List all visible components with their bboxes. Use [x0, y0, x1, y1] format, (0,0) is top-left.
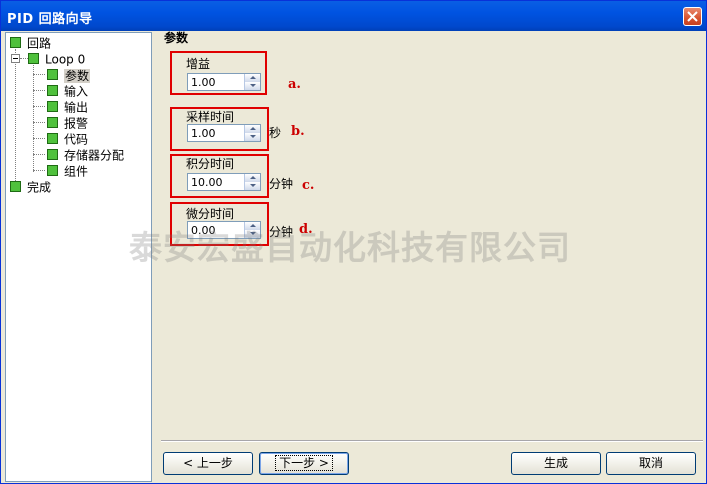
tree-item-params[interactable]: 参数 — [47, 67, 91, 83]
tree-line — [20, 58, 28, 59]
generate-button[interactable]: 生成 — [511, 452, 601, 475]
tree-item-root[interactable]: 回路 — [10, 35, 51, 51]
tree-node-icon — [28, 53, 39, 64]
tree-line — [33, 74, 45, 75]
panel-heading: 参数 — [164, 31, 189, 45]
sample-time-unit: 秒 — [269, 126, 282, 140]
derivative-time-label: 微分时间 — [186, 207, 235, 221]
sample-time-spin-down-button[interactable] — [244, 133, 260, 141]
window-title: PID 回路向导 — [7, 12, 93, 27]
tree-line — [33, 122, 45, 123]
integral-time-label: 积分时间 — [186, 157, 235, 171]
integral-time-spin-down-button[interactable] — [244, 182, 260, 190]
tree-item-alarm[interactable]: 报警 — [47, 115, 88, 131]
tree-node-icon — [47, 101, 58, 112]
tree-item-output[interactable]: 输出 — [47, 99, 88, 115]
integral-time-unit: 分钟 — [269, 177, 294, 191]
integral-time-spinbox[interactable] — [187, 173, 261, 191]
tree-line — [33, 106, 45, 107]
tree-item-memory[interactable]: 存储器分配 — [47, 147, 124, 163]
tree-collapse-toggle[interactable] — [11, 54, 20, 63]
watermark-text: 泰安宏盛自动化科技有限公司 — [129, 228, 571, 267]
tree-item-done[interactable]: 完成 — [10, 179, 51, 195]
sample-time-spinbox[interactable] — [187, 124, 261, 142]
gain-group: 增益 — [170, 51, 267, 95]
sample-time-input[interactable] — [189, 125, 245, 141]
tree-line — [33, 154, 45, 155]
sample-time-group: 采样时间 — [170, 107, 269, 151]
tree-line — [33, 138, 45, 139]
generate-button-label: 生成 — [543, 456, 568, 470]
title-bar[interactable]: PID 回路向导 — [1, 1, 706, 31]
tree-line — [33, 170, 45, 171]
sample-time-label: 采样时间 — [186, 110, 235, 124]
tree-node-icon — [47, 85, 58, 96]
close-button[interactable] — [683, 7, 702, 26]
tree-line — [15, 49, 16, 189]
tree-node-icon — [47, 149, 58, 160]
prev-button-label: < 上一步 — [183, 456, 233, 470]
tree-node-icon — [47, 117, 58, 128]
integral-time-input[interactable] — [189, 174, 245, 190]
pid-wizard-window: PID 回路向导 回路 Loop 0 参数 输入 输出 报警 代码 存储器分配 … — [0, 0, 707, 484]
gain-spinbox[interactable] — [187, 73, 261, 91]
tree-item-input[interactable]: 输入 — [47, 83, 88, 99]
next-button[interactable]: 下一步 > — [259, 452, 349, 475]
tree-node-icon — [10, 181, 21, 192]
marker-b: b. — [291, 124, 305, 139]
tree-node-icon — [47, 133, 58, 144]
gain-spin-down-button[interactable] — [244, 82, 260, 90]
tree-node-icon — [47, 165, 58, 176]
integral-time-group: 积分时间 — [170, 154, 269, 198]
cancel-button-label: 取消 — [638, 456, 663, 470]
marker-c: c. — [302, 178, 315, 193]
cancel-button[interactable]: 取消 — [606, 452, 696, 475]
gain-input[interactable] — [189, 74, 245, 90]
tree-line — [33, 90, 45, 91]
marker-a: a. — [288, 77, 301, 92]
close-icon — [687, 11, 698, 22]
tree-item-code[interactable]: 代码 — [47, 131, 88, 147]
tree-item-component[interactable]: 组件 — [47, 163, 88, 179]
next-button-label: 下一步 > — [275, 455, 333, 471]
tree-node-icon — [10, 37, 21, 48]
prev-button[interactable]: < 上一步 — [163, 452, 253, 475]
tree-item-loop[interactable]: Loop 0 — [28, 51, 85, 67]
gain-label: 增益 — [186, 57, 211, 71]
tree-line — [33, 65, 34, 172]
tree-node-icon — [47, 69, 58, 80]
button-separator — [161, 440, 703, 442]
